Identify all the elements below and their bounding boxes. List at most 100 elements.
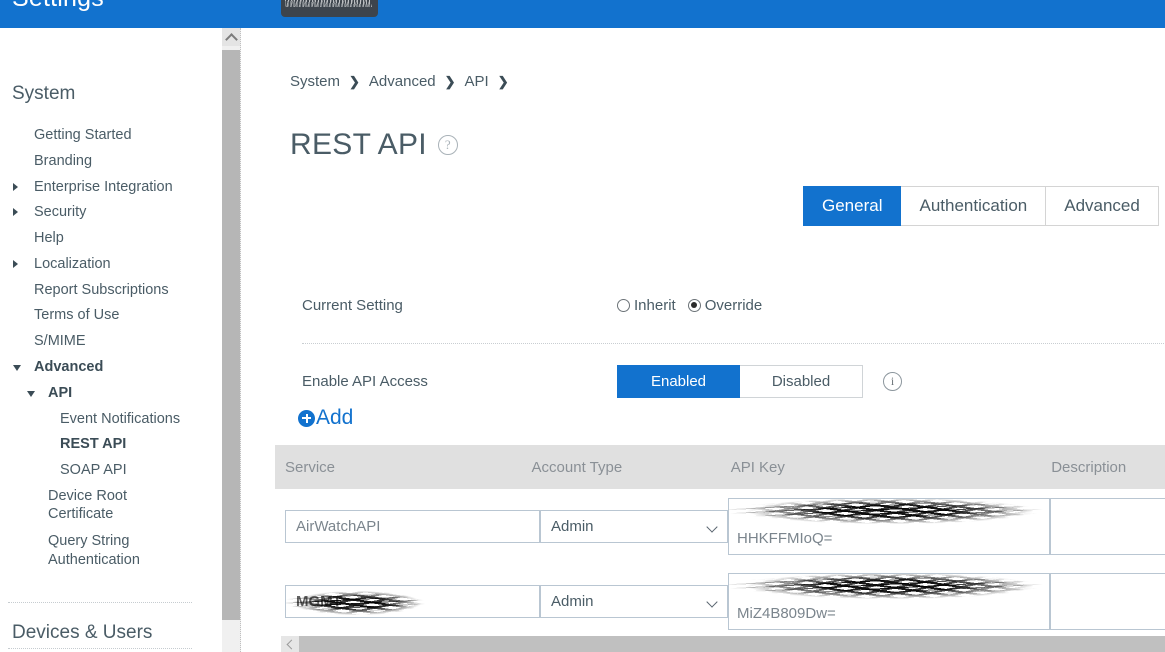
cell-api-key: MiZ4B809Dw= [728,573,1050,630]
tab-advanced[interactable]: Advanced [1046,186,1159,226]
enable-api-access-toggle[interactable]: Enabled Disabled [617,364,863,398]
scroll-left-arrow-icon[interactable] [281,636,299,652]
api-key-input[interactable]: MiZ4B809Dw= [728,573,1050,630]
sidebar-item-event-notifications[interactable]: Event Notifications [60,411,180,428]
help-icon[interactable]: ? [437,135,458,155]
scroll-up-arrow-icon[interactable] [222,28,240,46]
cell-account-type: Admin [540,510,728,543]
breadcrumb-item-api[interactable]: API [465,73,489,90]
add-button[interactable]: Add [298,406,353,430]
cell-description [1050,573,1165,630]
enable-api-access-row: Enable API Access Enabled Disabled i [302,353,1162,409]
api-key-line-1 [737,501,1041,527]
radio-label: Override [704,296,763,314]
sidebar-item-query-string[interactable]: Query String [48,533,129,550]
api-keys-table: Service Account Type API Key Description… [275,445,1165,630]
cell-account-type: Admin [540,585,728,618]
account-type-select[interactable]: Admin [540,510,728,543]
app-title: Settings [12,0,104,13]
breadcrumb-separator-icon: ❯ [349,73,360,89]
column-header-description: Description [1051,458,1127,476]
tab-authentication[interactable]: Authentication [901,186,1047,226]
sidebar-item-s-mime[interactable]: S/MIME [34,333,86,350]
chevron-down-icon [706,521,718,533]
column-header-api-key: API Key [730,458,785,476]
chevron-right-icon[interactable] [13,260,18,268]
table-header-row: Service Account Type API Key Description [275,445,1165,489]
sidebar-item-api[interactable]: API [48,385,72,402]
tab-general[interactable]: General [803,186,902,226]
sidebar-item-report-subscriptions[interactable]: Report Subscriptions [34,282,169,299]
breadcrumb-separator-icon: ❯ [497,73,509,89]
description-input[interactable] [1050,498,1165,555]
plus-circle-icon [298,409,315,427]
app-top-bar: Settings [0,0,1165,28]
cell-service: AirWatchAPI [275,510,540,543]
current-setting-label: Current Setting [302,296,403,314]
sidebar-item-soap-api[interactable]: SOAP API [60,462,127,479]
current-setting-radio-group[interactable]: Inherit Override [617,297,762,314]
sidebar-item-getting-started[interactable]: Getting Started [34,127,132,144]
chevron-down-icon[interactable] [27,391,35,397]
cell-api-key: HHKFFMIoQ= [728,498,1050,555]
account-type-value: Admin [551,518,594,535]
sidebar-item-advanced[interactable]: Advanced [34,359,103,376]
table-row: MGMT Admin MiZ4B809Dw= [275,564,1165,639]
sidebar-scroll-thumb[interactable] [222,50,240,620]
table-body: AirWatchAPI Admin HHKFFMIoQ= MGMT Admin MiZ4B… [275,489,1165,639]
radio-option-inherit[interactable]: Inherit [617,297,676,314]
radio-override-icon[interactable] [687,298,701,312]
account-type-select[interactable]: Admin [540,585,728,618]
column-header-account-type: Account Type [531,458,623,476]
sidebar-item-terms-of-use[interactable]: Terms of Use [34,307,119,324]
chevron-right-icon[interactable] [13,208,18,216]
sidebar-vertical-scrollbar[interactable] [222,28,241,652]
chevron-down-icon [706,596,718,608]
info-icon[interactable]: i [883,371,902,391]
page-title: REST API ? [290,128,458,162]
sidebar-item-branding[interactable]: Branding [34,153,92,170]
current-setting-row: Current Setting Inherit Override [302,280,1162,330]
page-title-text: REST API [290,128,427,161]
sidebar-item-enterprise-integration[interactable]: Enterprise Integration [34,179,173,196]
service-input-value: AirWatchAPI [296,518,381,535]
service-input[interactable]: AirWatchAPI [285,510,540,543]
service-input[interactable]: MGMT [285,585,540,618]
form-divider [302,343,1165,344]
column-header-service: Service [285,458,336,476]
description-input[interactable] [1050,573,1165,630]
chevron-right-icon[interactable] [13,183,18,191]
enable-api-access-label: Enable API Access [302,372,428,390]
service-input-value: MGMT [296,593,342,610]
cell-service: MGMT [275,585,540,618]
redacted-topbar-badge [281,0,378,17]
breadcrumb-item-advanced[interactable]: Advanced [369,73,436,90]
sidebar-item-rest-api[interactable]: REST API [60,436,126,453]
table-horizontal-scrollbar[interactable] [281,636,1165,652]
sidebar-item-authentication[interactable]: Authentication [48,552,140,569]
breadcrumb-item-system[interactable]: System [290,73,340,90]
sidebar-item-security[interactable]: Security [34,204,86,221]
breadcrumb[interactable]: System ❯ Advanced ❯ API ❯ [290,73,509,90]
api-key-line-2: HHKFFMIoQ= [737,530,833,547]
sidebar-item-localization[interactable]: Localization [34,256,111,273]
sidebar-section-system: System [12,83,76,104]
breadcrumb-separator-icon: ❯ [444,73,456,89]
tab-bar[interactable]: General Authentication Advanced [803,186,1159,226]
sidebar-item-help[interactable]: Help [34,230,64,247]
api-key-input[interactable]: HHKFFMIoQ= [728,498,1050,555]
sidebar-item-certificate[interactable]: Certificate [48,506,113,523]
sidebar-item-device-root[interactable]: Device Root [48,488,127,505]
radio-option-override[interactable]: Override [687,296,763,314]
radio-inherit-icon[interactable] [617,298,630,312]
sidebar-section-devices-users[interactable]: Devices & Users [0,622,152,644]
settings-sidebar[interactable]: System Getting Started Branding Enterprise… [0,28,222,652]
sidebar-divider-top [8,602,192,603]
toggle-enabled-button[interactable]: Enabled [617,364,740,398]
chevron-down-icon[interactable] [13,365,21,371]
add-button-label: Add [316,406,354,429]
api-key-line-2: MiZ4B809Dw= [737,605,836,622]
cell-description [1050,498,1165,555]
toggle-disabled-button[interactable]: Disabled [740,364,863,398]
api-key-line-1 [737,576,1041,602]
